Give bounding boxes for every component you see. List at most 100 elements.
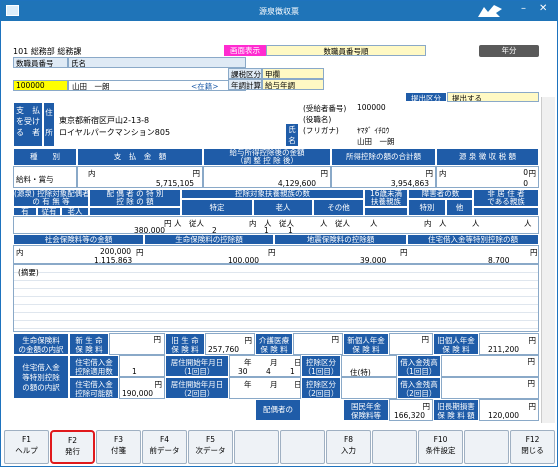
post-label: (役職名): [303, 115, 332, 124]
f6-button[interactable]: [234, 430, 279, 464]
dept-label: 101 総務部 総務課: [13, 47, 82, 56]
address-label: 住所: [43, 102, 55, 147]
sub-special: 特別: [408, 199, 446, 216]
header-payment: 支 払 金 額: [77, 148, 203, 166]
dependents-row: 円 人 従人 内 人 従人 人 従人 人 内 人 人 人 380,000 2 1…: [13, 216, 539, 234]
after-deduction-cell: 円 4,129,600: [203, 166, 331, 188]
recipient-no-value: 100000: [357, 103, 386, 112]
h-month1: 4: [266, 367, 271, 376]
h-avail-value: 190,000: [122, 389, 154, 398]
long-value: 120,000: [488, 411, 520, 420]
h-day1: 1: [290, 367, 295, 376]
payee-name-label: 氏名: [285, 123, 299, 147]
elderly-inner-count: 1: [264, 226, 269, 234]
h-count-cell: 1: [119, 355, 165, 377]
emp-no-label: 数職員番号: [13, 57, 68, 68]
old-pension-label: 旧個人年金保 険 料: [433, 333, 479, 355]
sub-elderly: 老人: [61, 207, 89, 216]
housing-breakdown-label: 住宅借入金 等特別控除 の額の内訳: [13, 355, 69, 399]
f11-button[interactable]: [464, 430, 509, 464]
h-start1-cell: 年月日 30 4 1: [229, 355, 301, 377]
new-life-label: 新 生 命保 険 料: [69, 333, 109, 355]
close-icon[interactable]: ✕: [539, 3, 547, 14]
year-end-label: 年調計算: [228, 79, 262, 90]
name-label: 氏名: [68, 57, 246, 68]
address-line-2: ロイヤルパークマンション805: [59, 128, 171, 137]
old-pension-value: 211,200: [488, 345, 520, 354]
medical-label: 介護医療保 険 料: [255, 333, 293, 355]
remarks-area[interactable]: (摘要): [13, 264, 539, 332]
payment-inner-label: 内: [88, 169, 96, 178]
sub-other-dis: 他: [446, 199, 473, 216]
h-year1: 30: [238, 367, 248, 376]
sub-yu: 有: [13, 207, 37, 216]
payment-value: 5,715,105: [155, 179, 194, 188]
h-start2-label: 居住開始年月日 （2回目）: [165, 377, 229, 399]
after-deduction-value: 4,129,600: [277, 179, 316, 188]
f2-issue-button[interactable]: F2 発行: [50, 430, 95, 464]
f10-settings-button[interactable]: F10 条件設定: [418, 430, 463, 464]
minimize-icon[interactable]: –: [521, 4, 526, 14]
submit-value: 提出する: [447, 92, 539, 102]
life-breakdown-label: 生命保険料 の金額の内訳: [13, 333, 69, 355]
address-line-1: 東京都新宿区戸山2-13-8: [59, 116, 150, 125]
screen-display-select[interactable]: 数職員番号順: [266, 45, 426, 56]
h-class2-cell: [341, 377, 397, 399]
h-class1-value: 住(特): [350, 368, 371, 377]
h-bal1-label: 借入金残高 （1回目）: [397, 355, 441, 377]
tax-cell: 内円00: [436, 166, 539, 188]
tax-zero: 0: [523, 168, 528, 177]
tax-class-label: 課税区分: [228, 68, 262, 79]
tax-value: 0: [523, 179, 528, 188]
f1-help-button[interactable]: F1 ヘルプ: [4, 430, 49, 464]
f8-input-button[interactable]: F8 入力: [326, 430, 371, 464]
emp-no-input[interactable]: 100000: [13, 80, 68, 91]
header-deduction-total: 所得控除の額の合計額: [331, 148, 436, 166]
elderly-count: 1: [288, 226, 293, 234]
f7-button[interactable]: [280, 430, 325, 464]
f9-button[interactable]: [372, 430, 417, 464]
remarks-label: (摘要): [18, 267, 39, 278]
h-class1-label: 控除区分 （1回目）: [301, 355, 341, 377]
life-ins-header: 生命保険料の控除額: [144, 234, 274, 245]
spouse-label: 配偶者の: [255, 399, 301, 421]
f12-close-button[interactable]: F12 閉じる: [510, 430, 555, 464]
h-count-value: 1: [132, 367, 137, 376]
social-value: 1,115,863: [94, 256, 133, 264]
tax-class-value: 甲欄: [262, 68, 324, 79]
dependents-header: 控除対象扶養親族の数: [181, 189, 364, 199]
sub-u16: [364, 207, 408, 216]
f5-next-button[interactable]: F5 次データ: [188, 430, 233, 464]
spouse-amount: 380,000: [134, 226, 166, 234]
h-class2-label: 控除区分 （2回目）: [301, 377, 341, 399]
header-tax: 源 泉 徴 収 税 額: [436, 148, 539, 166]
long-label: 旧長期損害保 険 料 額: [433, 399, 479, 421]
sub-spouse-amt: [89, 207, 181, 216]
under16-header: 16歳未満 扶養親族: [364, 189, 408, 207]
h-count-label: 住宅借入金 控除適用数: [69, 355, 119, 377]
vertical-scrollbar[interactable]: [541, 97, 555, 423]
h-start2-cell: 年月日: [229, 377, 301, 399]
disabled-header: 障害者の数: [408, 189, 473, 199]
nat-pension-cell: 円 166,320: [389, 399, 433, 421]
sub-specific: 特定: [181, 199, 253, 216]
header-type: 種 別: [13, 148, 77, 166]
nat-pension-label: 国民年金 保険料等: [343, 399, 389, 421]
f3-sticky-button[interactable]: F3 付箋: [96, 430, 141, 464]
h-avail-label: 住宅借入金 控除可能額: [69, 377, 119, 399]
h-bal1-value: 円: [441, 355, 539, 377]
deduction-total-cell: 円 3,954,863: [331, 166, 436, 188]
social-ins-header: 社会保険料等の金額: [13, 234, 144, 245]
unit-yen: 円: [192, 169, 201, 178]
furigana-value: ﾔﾏﾀﾞ ｲﾁﾛｳ: [357, 126, 390, 135]
f4-prev-button[interactable]: F4 前データ: [142, 430, 187, 464]
submit-label: 提出区分: [405, 92, 447, 102]
year-end-value: 給与年調: [262, 79, 324, 90]
payee-name-value: 山田 一朗: [357, 137, 395, 146]
life-value: 100,000: [228, 256, 260, 264]
spouse-header: (源泉) 控除対象配偶者の 有 無 等: [13, 189, 89, 207]
quake-ins-header: 地震保険料の控除額: [274, 234, 407, 245]
year-button[interactable]: 年分: [479, 45, 539, 57]
furigana-label: (フリガナ): [303, 126, 339, 135]
sub-dep-elderly: 老人: [253, 199, 313, 216]
